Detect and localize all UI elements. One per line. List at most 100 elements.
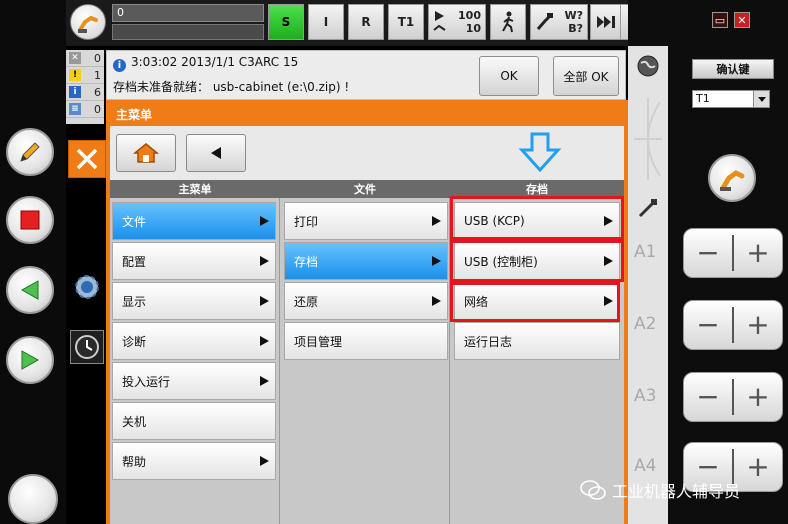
triangle-right-icon bbox=[21, 350, 40, 370]
wechat-icon bbox=[580, 480, 606, 500]
menu-item-label: 帮助 bbox=[122, 454, 147, 469]
program-name-field[interactable]: 0 bbox=[112, 4, 264, 22]
info-counter: i 6 bbox=[66, 84, 104, 101]
menu-item-restore[interactable]: 还原 bbox=[284, 282, 448, 320]
highlight-usb-cabinet bbox=[450, 240, 624, 282]
menu-item-config[interactable]: 配置 bbox=[112, 242, 276, 280]
program-line-field bbox=[112, 24, 264, 40]
edit-pencil-button[interactable] bbox=[6, 128, 54, 176]
mode-select[interactable]: T1 bbox=[692, 90, 770, 108]
program-override-value: 100 bbox=[458, 9, 481, 22]
jog-key-a3[interactable]: − + bbox=[683, 372, 783, 422]
arrow-right-icon bbox=[432, 296, 441, 306]
mode-status-button[interactable]: T1 bbox=[388, 4, 424, 40]
acknowledge-icon: ✕ bbox=[69, 52, 81, 64]
axis-label-a3: A3 bbox=[634, 386, 657, 406]
jog-plus-a1[interactable]: + bbox=[734, 238, 782, 268]
menu-item-label: 关机 bbox=[122, 414, 147, 429]
message-window: i 3:03:02 2013/1/1 C3ARC 15 存档未准备就绪： usb-… bbox=[106, 50, 626, 100]
status-bar: 0 S I R T1 100 10 W? B? ∞ bbox=[66, 0, 666, 46]
file-submenu-column: 打印 存档 还原 项目管理 bbox=[280, 198, 450, 524]
start-backward-button[interactable] bbox=[6, 266, 54, 314]
arrow-right-icon bbox=[432, 256, 441, 266]
main-menu-column: 文件 配置 显示 诊断 投入运行 关机 帮助 bbox=[110, 198, 280, 524]
menu-item-run-log[interactable]: 运行日志 bbox=[454, 322, 620, 360]
confirm-key-button[interactable]: 确认键 bbox=[692, 59, 774, 79]
stop-button[interactable] bbox=[6, 196, 54, 244]
main-menu-robot-button[interactable] bbox=[70, 4, 106, 40]
minimize-icon: ▭ bbox=[714, 13, 726, 27]
menu-item-display[interactable]: 显示 bbox=[112, 282, 276, 320]
start-forward-button[interactable] bbox=[6, 336, 54, 384]
menu-item-help[interactable]: 帮助 bbox=[112, 442, 276, 480]
warning-icon: ! bbox=[69, 69, 81, 81]
ok-button[interactable]: OK bbox=[479, 56, 539, 96]
close-menu-button[interactable] bbox=[68, 140, 106, 178]
submit-status-button[interactable]: S bbox=[268, 4, 304, 40]
mode-select-value: T1 bbox=[696, 92, 710, 105]
space-mouse-arrows-icon bbox=[634, 98, 662, 180]
menu-item-label: 配置 bbox=[122, 254, 147, 269]
home-icon bbox=[133, 143, 159, 163]
robot-status-button[interactable]: R bbox=[348, 4, 384, 40]
jog-minus-a2[interactable]: − bbox=[684, 310, 732, 340]
home-button[interactable] bbox=[116, 134, 176, 172]
info-icon: i bbox=[69, 86, 81, 98]
axis-label-a1: A1 bbox=[634, 242, 657, 262]
pencil-icon bbox=[20, 142, 40, 162]
robot-arm-icon bbox=[720, 170, 745, 191]
dialog-counter: ≡ 0 bbox=[66, 101, 104, 118]
jog-minus-a1[interactable]: − bbox=[684, 238, 732, 268]
tool-base-button[interactable]: W? B? bbox=[530, 4, 588, 40]
walking-person-icon bbox=[502, 11, 514, 33]
menu-item-label: 文件 bbox=[122, 214, 147, 229]
message-text: 存档未准备就绪： usb-cabinet (e:\0.zip) ! bbox=[113, 80, 350, 94]
menu-item-archive[interactable]: 存档 bbox=[284, 242, 448, 280]
menu-item-commissioning[interactable]: 投入运行 bbox=[112, 362, 276, 400]
watermark-text: 工业机器人辅导员 bbox=[612, 482, 741, 501]
robot-jog-mode-button[interactable] bbox=[708, 154, 756, 202]
jog-key-a2[interactable]: − + bbox=[683, 300, 783, 350]
spare-round-button[interactable] bbox=[8, 474, 58, 524]
minimize-button[interactable]: ▭ bbox=[712, 12, 728, 28]
settings-button[interactable] bbox=[70, 270, 104, 304]
menu-item-label: 存档 bbox=[294, 254, 319, 269]
fast-forward-icon bbox=[597, 16, 615, 28]
column-header-file: 文件 bbox=[354, 183, 376, 196]
info-icon: i bbox=[113, 59, 126, 72]
tool-value: W? bbox=[564, 9, 583, 22]
menu-item-file[interactable]: 文件 bbox=[112, 202, 276, 240]
override-button[interactable]: 100 10 bbox=[428, 4, 486, 40]
jog-key-a1[interactable]: − + bbox=[683, 228, 783, 278]
arrow-right-icon bbox=[260, 296, 269, 306]
arrow-right-icon bbox=[260, 456, 269, 466]
menu-item-shutdown[interactable]: 关机 bbox=[112, 402, 276, 440]
triangle-left-icon bbox=[211, 147, 221, 159]
arrow-right-icon bbox=[260, 256, 269, 266]
arrow-right-icon bbox=[260, 336, 269, 346]
tool-icon bbox=[536, 13, 553, 30]
menu-item-label: 还原 bbox=[294, 294, 319, 309]
jog-plus-a3[interactable]: + bbox=[734, 382, 782, 412]
menu-item-print[interactable]: 打印 bbox=[284, 202, 448, 240]
message-counters[interactable]: ✕ 0 ! 1 i 6 ≡ 0 bbox=[66, 50, 104, 124]
clock-button[interactable] bbox=[70, 330, 104, 364]
arrow-right-icon bbox=[260, 376, 269, 386]
menu-item-project-management[interactable]: 项目管理 bbox=[284, 322, 448, 360]
jog-plus-a2[interactable]: + bbox=[734, 310, 782, 340]
menu-item-label: 运行日志 bbox=[464, 334, 513, 349]
warning-count: 1 bbox=[94, 68, 101, 82]
jog-keys-strip bbox=[628, 46, 668, 524]
base-value: B? bbox=[568, 22, 583, 35]
jog-minus-a3[interactable]: − bbox=[684, 382, 732, 412]
back-button[interactable] bbox=[186, 134, 246, 172]
jog-mode-button[interactable] bbox=[490, 4, 526, 40]
close-window-button[interactable]: ✕ bbox=[734, 12, 750, 28]
all-ok-button[interactable]: 全部 OK bbox=[553, 56, 619, 96]
dialog-count: 0 bbox=[94, 102, 101, 116]
main-menu-panel: 主菜单 主菜单 文件 存档 文件 配置 显示 诊断 投入运行 关机 帮助 打印 … bbox=[106, 100, 628, 524]
jog-plus-a4[interactable]: + bbox=[734, 452, 782, 482]
menu-item-diagnosis[interactable]: 诊断 bbox=[112, 322, 276, 360]
left-hardware-strip bbox=[0, 0, 66, 524]
interpreter-status-button[interactable]: I bbox=[308, 4, 344, 40]
